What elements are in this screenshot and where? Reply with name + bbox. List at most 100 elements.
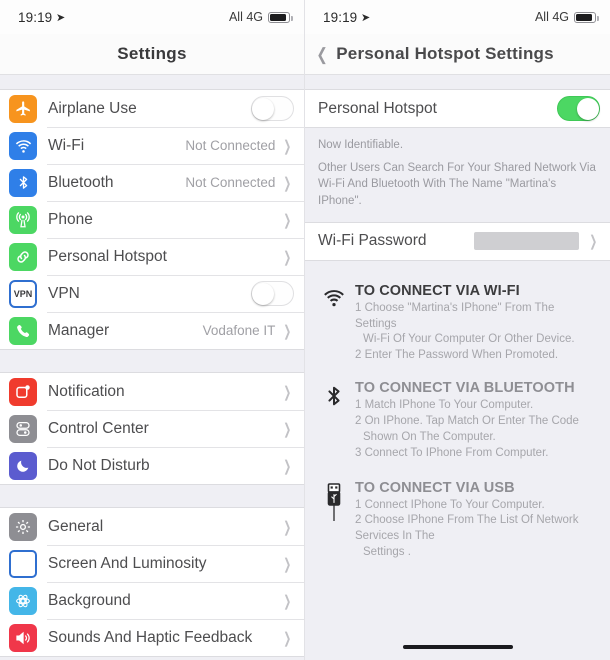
group-spacer: [305, 75, 610, 89]
personal-hotspot-label: Personal Hotspot: [318, 99, 437, 117]
hotspot-link-icon: [9, 242, 37, 271]
sidebar-item-label: Wi-Fi: [48, 136, 85, 154]
dual-phone-screenshot: 19:19 ➤ All 4G Settings Airplane Use Wi-…: [0, 0, 610, 660]
chevron-right-icon: ❯: [283, 518, 292, 536]
chevron-right-icon: ❯: [283, 592, 292, 610]
instruction-title: TO CONNECT VIA BLUETOOTH: [355, 380, 575, 397]
status-left: 19:19 ➤: [323, 10, 371, 25]
location-arrow-icon: ➤: [361, 11, 371, 24]
chevron-right-icon: ❯: [283, 457, 292, 475]
settings-group-connectivity: Airplane Use Wi-Fi Not Connected ❯ Bluet…: [0, 89, 304, 350]
right-nav-bar: ❮ Personal Hotspot Settings: [305, 34, 610, 75]
sidebar-item-phone[interactable]: Phone ❯: [0, 201, 304, 238]
chevron-right-icon: ❯: [283, 211, 292, 229]
status-time: 19:19: [323, 9, 358, 25]
sidebar-item-notification[interactable]: Notification ❯: [0, 373, 304, 410]
bluetooth-icon: [9, 168, 37, 197]
sidebar-item-label: VPN: [48, 284, 80, 302]
settings-group-notifications: Notification ❯ Control Center ❯ Do Not D…: [0, 372, 304, 485]
instruction-block-usb: TO CONNECT VIA USB 1 Connect IPhone To Y…: [305, 463, 610, 563]
chevron-right-icon: ❯: [283, 137, 292, 155]
sidebar-item-screen-luminosity[interactable]: Screen And Luminosity ❯: [0, 545, 304, 582]
hotspot-settings-list[interactable]: Personal Hotspot Now Identifiable. Other…: [305, 75, 610, 660]
sidebar-item-background[interactable]: Background ❯: [0, 582, 304, 619]
instruction-step: 2 Choose IPhone From The List Of Network…: [355, 514, 579, 543]
status-network-label: All 4G: [228, 10, 263, 24]
vpn-toggle[interactable]: [251, 281, 294, 306]
instruction-block-bluetooth: TO CONNECT VIA BLUETOOTH 1 Match IPhone …: [305, 366, 610, 464]
group-spacer: [0, 485, 304, 507]
group-spacer: [305, 260, 610, 275]
sidebar-item-wifi[interactable]: Wi-Fi Not Connected ❯: [0, 127, 304, 164]
sidebar-item-control-center[interactable]: Control Center ❯: [0, 410, 304, 447]
personal-hotspot-toggle[interactable]: [557, 96, 600, 121]
sidebar-item-label: Sounds And Haptic Feedback: [48, 628, 253, 646]
left-nav-bar: Settings: [0, 34, 304, 75]
chevron-right-icon: ❯: [283, 248, 292, 266]
instruction-step: Wi-Fi Of Your Computer Or Other Device.: [363, 333, 575, 346]
usb-icon: [317, 480, 351, 561]
sidebar-item-sounds-haptic[interactable]: Sounds And Haptic Feedback ❯: [0, 619, 304, 656]
vpn-icon: VPN: [9, 279, 37, 308]
sidebar-item-label: Do Not Disturb: [48, 456, 150, 474]
status-time: 19:19: [18, 9, 53, 25]
sidebar-item-label: Background: [48, 591, 131, 609]
personal-hotspot-row[interactable]: Personal Hotspot: [305, 90, 610, 127]
sidebar-item-do-not-disturb[interactable]: Do Not Disturb ❯: [0, 447, 304, 484]
cellular-icon: [9, 205, 37, 234]
instruction-body: TO CONNECT VIA BLUETOOTH 1 Match IPhone …: [351, 380, 598, 461]
instruction-title: TO CONNECT VIA USB: [355, 479, 515, 496]
phone-handset-icon: [9, 316, 37, 345]
airplane-toggle[interactable]: [251, 96, 294, 121]
settings-group-general: General ❯ Screen And Luminosity ❯ Backgr…: [0, 507, 304, 657]
battery-icon: [574, 11, 599, 23]
sidebar-item-label: General: [48, 517, 104, 535]
instruction-body: TO CONNECT VIA USB 1 Connect IPhone To Y…: [351, 480, 598, 561]
wallpaper-icon: [9, 586, 37, 615]
status-network-label: All 4G: [534, 10, 569, 24]
left-status-bar: 19:19 ➤ All 4G: [0, 0, 304, 34]
gear-icon: [9, 512, 37, 541]
battery-icon: [268, 11, 293, 23]
right-phone-panel: 19:19 ➤ All 4G ❮ Personal Hotspot Settin…: [305, 0, 610, 660]
sidebar-item-manager[interactable]: Manager Vodafone IT ❯: [0, 312, 304, 349]
sidebar-item-label: Bluetooth: [48, 173, 114, 191]
page-title: Personal Hotspot Settings: [336, 44, 554, 63]
sidebar-item-general[interactable]: General ❯: [0, 508, 304, 545]
instruction-title: TO CONNECT VIA WI-FI: [355, 282, 520, 299]
group-spacer: [0, 350, 304, 372]
chevron-right-icon: ❯: [283, 420, 292, 438]
screen-brightness-icon: [9, 549, 37, 578]
location-arrow-icon: ➤: [56, 11, 66, 24]
chevron-right-icon: ❯: [283, 174, 292, 192]
sidebar-item-vpn[interactable]: VPN VPN: [0, 275, 304, 312]
nav-left-group: ❮ Personal Hotspot Settings: [305, 44, 554, 64]
sidebar-item-label: Phone: [48, 210, 93, 228]
hotspot-footer-note: Now Identifiable. Other Users Can Search…: [305, 128, 610, 222]
instruction-step: 1 Connect IPhone To Your Computer.: [355, 498, 545, 511]
instruction-step: 1 Match IPhone To Your Computer.: [355, 399, 534, 412]
instruction-step: 2 On IPhone. Tap Match Or Enter The Code: [355, 414, 579, 427]
wifi-icon: [9, 131, 37, 160]
home-indicator[interactable]: [305, 645, 610, 649]
sidebar-item-bluetooth[interactable]: Bluetooth Not Connected ❯: [0, 164, 304, 201]
notification-icon: [9, 377, 37, 406]
wifi-password-row[interactable]: Wi-Fi Password ❯: [305, 222, 610, 260]
sidebar-item-personal-hotspot[interactable]: Personal Hotspot ❯: [0, 238, 304, 275]
bluetooth-icon: [317, 380, 351, 461]
instruction-step: Settings .: [363, 546, 411, 559]
status-left: 19:19 ➤: [18, 10, 66, 25]
moon-icon: [9, 451, 37, 480]
instruction-body: TO CONNECT VIA WI-FI 1 Choose "Martina's…: [351, 283, 598, 364]
chevron-right-icon: ❯: [283, 383, 292, 401]
chevron-right-icon: ❯: [283, 555, 292, 573]
control-center-icon: [9, 414, 37, 443]
instruction-step: 2 Enter The Password When Promoted.: [355, 349, 559, 362]
instruction-step: 1 Choose "Martina's IPhone" From The Set…: [355, 301, 555, 330]
sidebar-item-airplane-use[interactable]: Airplane Use: [0, 90, 304, 127]
back-chevron-icon[interactable]: ❮: [316, 46, 327, 63]
sidebar-item-label: Personal Hotspot: [48, 247, 167, 265]
settings-list[interactable]: Airplane Use Wi-Fi Not Connected ❯ Bluet…: [0, 75, 304, 660]
status-right: All 4G: [534, 10, 599, 24]
wifi-password-group: Wi-Fi Password ❯: [305, 221, 610, 261]
